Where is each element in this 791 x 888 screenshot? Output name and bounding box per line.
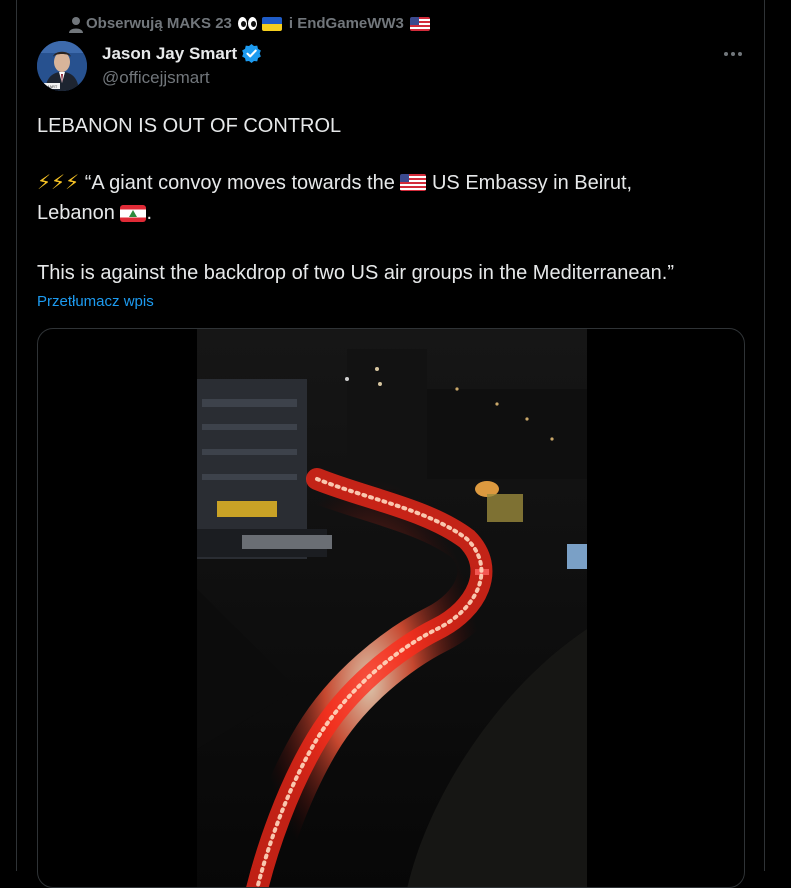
translate-post-link[interactable]: Przetłumacz wpis [37,293,154,310]
verified-badge-icon [242,43,261,64]
author-name-text[interactable]: Jason Jay Smart [102,44,237,64]
tweet-line-4: This is against the backdrop of two US a… [37,262,674,284]
social-context-connector[interactable]: i EndGameWW3 [289,15,404,32]
lebanon-flag-emoji [120,205,147,222]
video-thumbnail[interactable] [197,329,587,887]
person-icon [69,17,83,33]
tweet-line-3: Lebanon . [37,198,152,228]
lightning-emoji: ⚡⚡⚡ [37,172,80,194]
tweet-line-2: ⚡⚡⚡ “A giant convoy moves towards the US… [37,168,632,198]
us-flag-emoji [400,174,427,191]
us-flag-emoji [409,16,430,31]
convoy-night-scene [197,329,587,887]
author-name[interactable]: Jason Jay Smart [102,43,262,64]
social-context[interactable]: Obserwują MAKS 23 i EndGameWW3 [86,15,430,32]
media-card[interactable] [37,328,745,888]
more-options-icon[interactable] [720,44,746,64]
tweet-line-3-b: . [146,202,152,224]
tweet-line-2-b: US Embassy in Beirut, [431,172,633,194]
social-context-prefix[interactable]: Obserwują MAKS 23 [86,15,232,32]
tweet-line-2-a: “A giant convoy moves towards the [84,172,395,194]
author-handle[interactable]: @officejjsmart [102,68,210,88]
tweet-headline: LEBANON IS OUT OF CONTROL [37,115,342,137]
avatar-image: MART [37,41,87,91]
eyes-emoji [237,17,257,30]
avatar[interactable]: MART [37,41,87,91]
tweet-line-3-a: Lebanon [37,202,115,224]
ukraine-flag-emoji [261,16,282,31]
